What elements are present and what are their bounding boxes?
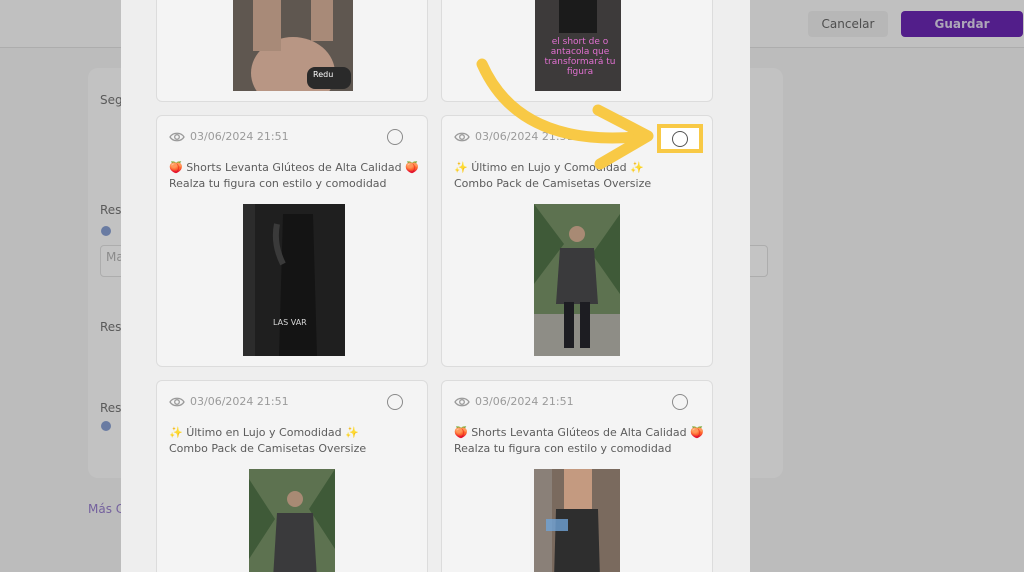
curved-arrow-icon — [476, 58, 654, 170]
